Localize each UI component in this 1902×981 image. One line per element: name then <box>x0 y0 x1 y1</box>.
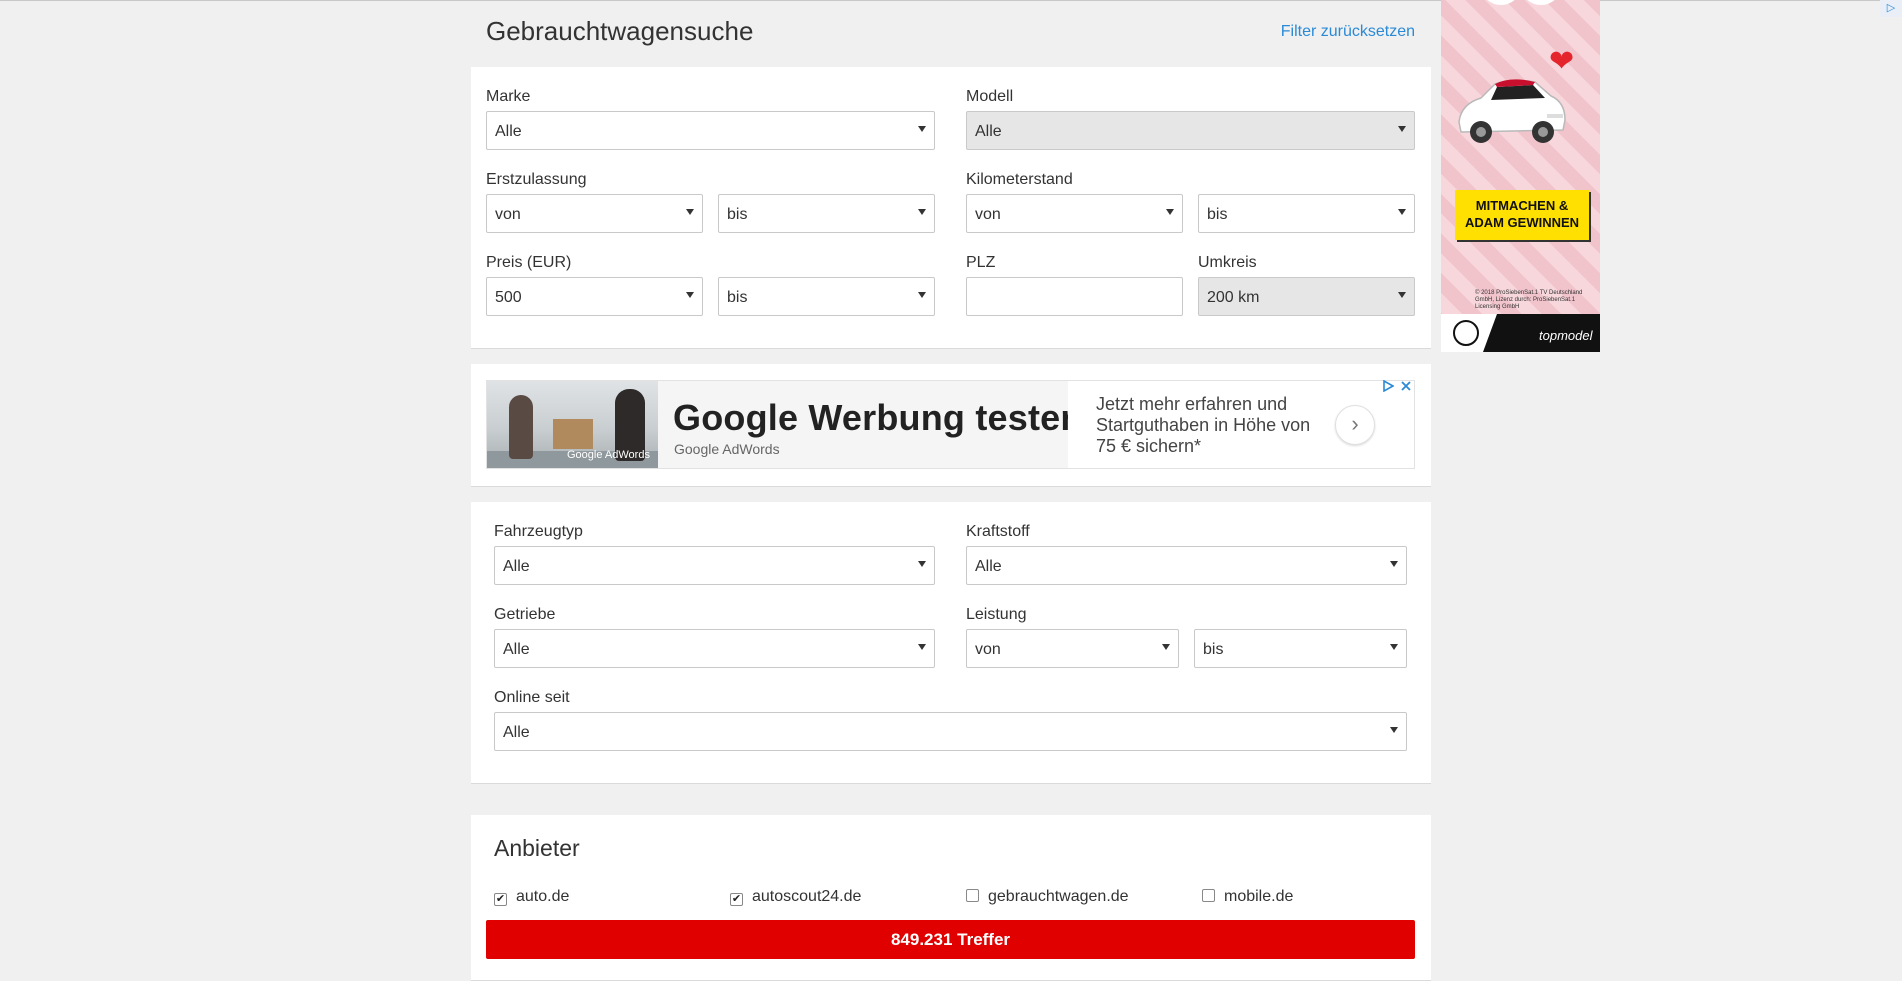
opel-logo-icon <box>1453 320 1479 346</box>
fuel-value: Alle <box>975 558 1002 575</box>
online-since-label: Online seit <box>494 689 570 706</box>
show-results-button[interactable]: 849.231 Treffer <box>486 920 1415 959</box>
chevron-down-icon <box>1390 561 1398 567</box>
ad-top-logo <box>1487 0 1555 5</box>
ad-cta-label[interactable]: MITMACHEN & ADAM GEWINNEN <box>1455 190 1589 240</box>
topmodel-logo: topmodel <box>1539 328 1593 343</box>
vehicle-type-label: Fahrzeugtyp <box>494 523 583 540</box>
mileage-to-value: bis <box>1207 206 1228 223</box>
fuel-label: Kraftstoff <box>966 523 1030 540</box>
chevron-down-icon <box>1390 727 1398 733</box>
car-image <box>1458 79 1566 143</box>
provider-label: gebrauchtwagen.de <box>988 888 1129 905</box>
first-registration-to-select[interactable]: bis <box>718 194 935 233</box>
model-label: Modell <box>966 88 1014 105</box>
price-to-value: bis <box>727 289 748 306</box>
side-advertisement[interactable]: ❤ MITMACHEN & ADAM GEWINNEN © 2018 ProSi… <box>1441 0 1600 352</box>
provider-label: auto.de <box>516 888 570 905</box>
checkbox-unchecked-icon[interactable] <box>1202 889 1215 902</box>
power-to-select[interactable]: bis <box>1194 629 1407 668</box>
radius-label: Umkreis <box>1198 254 1257 271</box>
adchoices-icon[interactable] <box>1382 379 1395 395</box>
chevron-down-icon <box>1398 126 1406 132</box>
provider-checkbox-gebrauchtwagen-de[interactable]: gebrauchtwagen.de <box>966 888 1129 906</box>
chevron-down-icon <box>686 209 694 215</box>
google-ad-banner[interactable]: Google AdWords Google Werbung testen Goo… <box>486 380 1415 469</box>
mileage-label: Kilometerstand <box>966 171 1073 188</box>
radius-select-value: 200 km <box>1207 289 1260 306</box>
model-select-value: Alle <box>975 123 1002 140</box>
online-since-value: Alle <box>503 724 530 741</box>
power-from-select[interactable]: von <box>966 629 1179 668</box>
price-from-select[interactable]: 500 <box>486 277 703 316</box>
chevron-down-icon <box>1166 209 1174 215</box>
power-from-value: von <box>975 641 1001 658</box>
ad-legal-text: © 2018 ProSiebenSat.1 TV Deutschland Gmb… <box>1475 290 1583 310</box>
chevron-down-icon <box>1398 292 1406 298</box>
transmission-label: Getriebe <box>494 606 556 623</box>
close-icon[interactable] <box>1400 380 1412 395</box>
provider-checkbox-mobile-de[interactable]: mobile.de <box>1202 888 1293 906</box>
mileage-from-select[interactable]: von <box>966 194 1183 233</box>
first-registration-from-value: von <box>495 206 521 223</box>
price-from-value: 500 <box>495 289 522 306</box>
first-registration-from-select[interactable]: von <box>486 194 703 233</box>
chevron-down-icon <box>918 209 926 215</box>
price-label: Preis (EUR) <box>486 254 572 271</box>
ad-photo-person <box>509 395 533 459</box>
provider-checkbox-autoscout24-de[interactable]: ✔ autoscout24.de <box>730 888 861 906</box>
make-select-value: Alle <box>495 123 522 140</box>
transmission-select[interactable]: Alle <box>494 629 935 668</box>
checkbox-checked-icon[interactable]: ✔ <box>494 893 507 906</box>
chevron-down-icon <box>918 561 926 567</box>
top-border <box>0 0 1902 1</box>
chevron-down-icon <box>918 644 926 650</box>
power-to-value: bis <box>1203 641 1224 658</box>
provider-checkbox-auto-de[interactable]: ✔ auto.de <box>494 888 569 906</box>
chevron-down-icon <box>1398 209 1406 215</box>
online-since-select[interactable]: Alle <box>494 712 1407 751</box>
mileage-to-select[interactable]: bis <box>1198 194 1415 233</box>
ad-description-area: Jetzt mehr erfahren und Startguthaben in… <box>1068 381 1414 468</box>
first-registration-to-value: bis <box>727 206 748 223</box>
provider-label: mobile.de <box>1224 888 1294 905</box>
reset-filters-link[interactable]: Filter zurücksetzen <box>1281 23 1415 41</box>
transmission-value: Alle <box>503 641 530 658</box>
chevron-down-icon <box>1390 644 1398 650</box>
ad-photo-watermark: Google AdWords <box>567 449 650 461</box>
vehicle-type-value: Alle <box>503 558 530 575</box>
ad-headline[interactable]: Google Werbung testen <box>673 397 1083 439</box>
make-select[interactable]: Alle <box>486 111 935 150</box>
checkbox-checked-icon[interactable]: ✔ <box>730 893 743 906</box>
providers-title: Anbieter <box>494 835 580 861</box>
zip-input[interactable] <box>966 277 1183 316</box>
chevron-down-icon <box>1162 644 1170 650</box>
chevron-down-icon <box>918 126 926 132</box>
price-to-select[interactable]: bis <box>718 277 935 316</box>
ad-choice-corner-icon[interactable]: ▷ <box>1880 0 1902 17</box>
chevron-right-icon[interactable]: › <box>1335 405 1375 445</box>
make-label: Marke <box>486 88 531 105</box>
ad-photo-package <box>553 419 593 449</box>
chevron-down-icon <box>918 292 926 298</box>
radius-select[interactable]: 200 km <box>1198 277 1415 316</box>
ad-photo: Google AdWords <box>487 381 658 468</box>
chevron-down-icon <box>686 292 694 298</box>
checkbox-unchecked-icon[interactable] <box>966 889 979 902</box>
fuel-select[interactable]: Alle <box>966 546 1407 585</box>
ad-advertiser: Google AdWords <box>674 441 780 457</box>
power-label: Leistung <box>966 606 1027 623</box>
ad-footer: topmodel <box>1441 314 1600 352</box>
model-select[interactable]: Alle <box>966 111 1415 150</box>
ad-description: Jetzt mehr erfahren und Startguthaben in… <box>1096 394 1311 456</box>
provider-label: autoscout24.de <box>752 888 862 905</box>
page-title: Gebrauchtwagensuche <box>486 16 754 46</box>
vehicle-type-select[interactable]: Alle <box>494 546 935 585</box>
mileage-from-value: von <box>975 206 1001 223</box>
zip-label: PLZ <box>966 254 996 271</box>
first-registration-label: Erstzulassung <box>486 171 587 188</box>
